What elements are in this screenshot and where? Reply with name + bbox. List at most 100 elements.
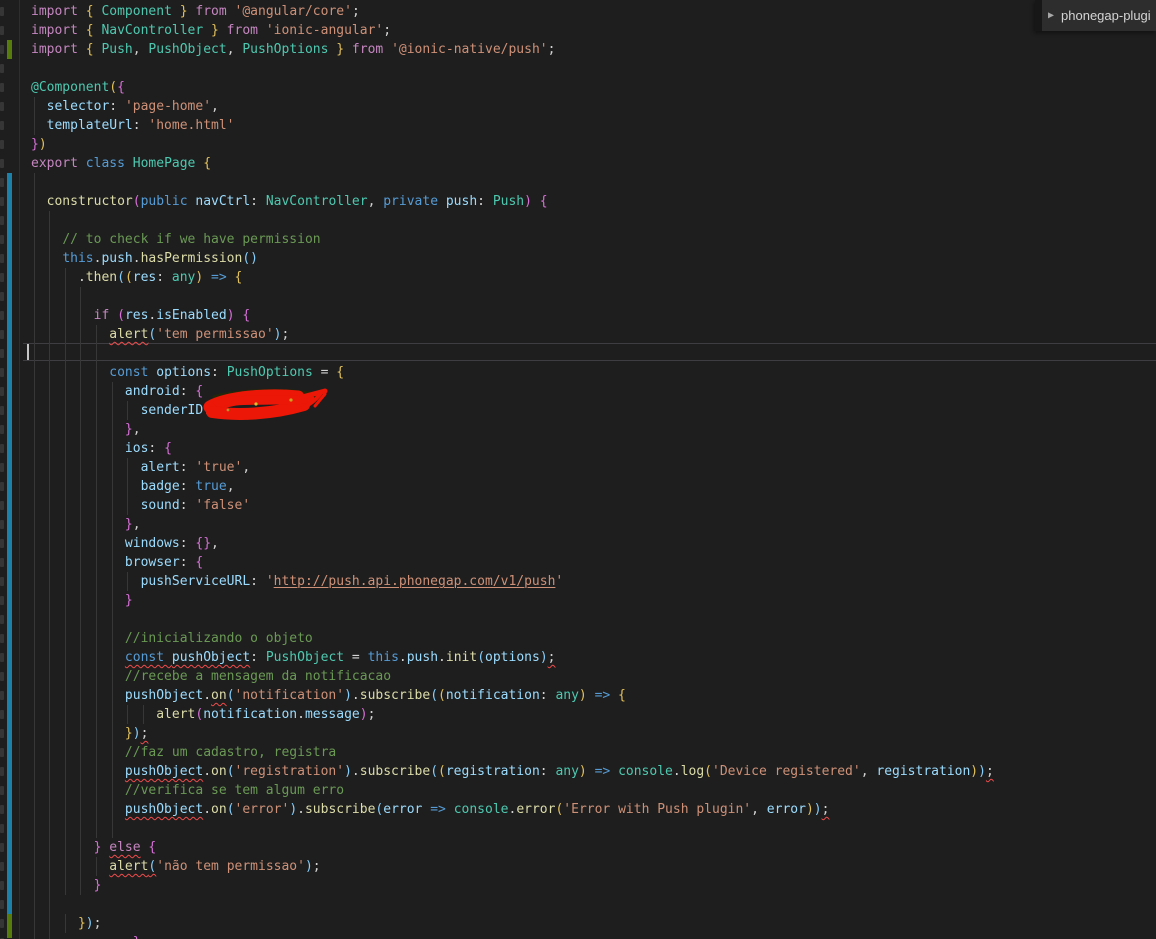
code-token: : [250, 194, 266, 209]
code-token: ) [38, 137, 47, 152]
text-cursor [27, 344, 29, 360]
line-number-remnant [0, 767, 4, 776]
code-token: res [132, 270, 157, 285]
indent-guide [111, 686, 113, 705]
code-token: push [101, 251, 133, 266]
line-number-remnant [0, 254, 4, 263]
code-token: ) [578, 688, 587, 703]
indent-guide [49, 249, 51, 268]
code-token: } [31, 137, 39, 152]
indent-guide [111, 477, 113, 496]
indent-guide [96, 477, 98, 496]
line-number-remnant [0, 140, 4, 149]
indent-guide [111, 762, 113, 781]
indent-guide [111, 629, 113, 648]
indent-guide [49, 743, 51, 762]
phonegap-plugin-widget[interactable]: ▶ phonegap-plugi [1035, 0, 1156, 31]
line-number-remnant [0, 26, 4, 35]
indent-guide [49, 838, 51, 857]
indent-guide [96, 572, 98, 591]
code-token: this [62, 251, 94, 266]
code-token: } [93, 840, 110, 855]
code-token: push [406, 650, 439, 665]
line-number-remnant [0, 425, 4, 434]
code-token: ; [383, 23, 392, 38]
code-token: } [124, 593, 133, 608]
code-token: private [383, 194, 446, 209]
indent-guide [64, 648, 66, 667]
indent-guide [96, 629, 98, 648]
code-line: alert(notification.message); [0, 705, 1156, 724]
indent-guide [33, 819, 35, 838]
line-number-remnant [0, 558, 4, 567]
code-area[interactable]: import { Component } from '@angular/core… [0, 0, 1156, 939]
line-number-remnant [0, 900, 4, 909]
code-token: ( [124, 270, 133, 285]
code-token: : [109, 99, 125, 114]
indent-guide [96, 743, 98, 762]
indent-guide [49, 496, 51, 515]
indent-guide [64, 629, 66, 648]
indent-guide [33, 116, 35, 135]
code-token: ) [578, 764, 587, 779]
code-token: error [383, 802, 423, 817]
code-token: { [85, 23, 102, 38]
indent-guide [64, 496, 66, 515]
chevron-right-icon[interactable]: ▶ [1042, 10, 1061, 21]
indent-guide [96, 325, 98, 344]
indent-guide [96, 705, 98, 724]
code-line: pushObject.on('registration').subscribe(… [0, 762, 1156, 781]
indent-guide [64, 268, 66, 287]
indent-guide [33, 781, 35, 800]
code-token: ) [132, 726, 141, 741]
indent-guide [33, 439, 35, 458]
code-line: browser: { [0, 553, 1156, 572]
code-token: senderID [140, 403, 204, 418]
code-token: , [226, 479, 235, 494]
code-token: hasPermission [140, 251, 243, 266]
indent-guide [111, 667, 113, 686]
indent-guide [80, 363, 82, 382]
code-token: : [148, 441, 165, 456]
indent-guide [127, 477, 129, 496]
indent-guide [33, 648, 35, 667]
code-editor[interactable]: import { Component } from '@angular/core… [0, 0, 1156, 939]
code-token: ( [438, 764, 446, 779]
code-token: ; [547, 650, 556, 665]
code-token: const [124, 650, 172, 665]
indent-guide [49, 629, 51, 648]
indent-guide [33, 629, 35, 648]
indent-guide [49, 591, 51, 610]
indent-guide [49, 724, 51, 743]
code-token: res [124, 308, 149, 323]
indent-guide [49, 439, 51, 458]
code-token: from [218, 23, 266, 38]
code-token: 'page-home' [124, 99, 212, 114]
indent-guide [64, 800, 66, 819]
line-number-remnant [0, 330, 4, 339]
indent-guide [49, 363, 51, 382]
indent-guide [64, 743, 66, 762]
indent-guide [64, 724, 66, 743]
code-token: : [156, 270, 172, 285]
indent-guide [64, 363, 66, 382]
code-line: const pushObject: PushObject = this.push… [0, 648, 1156, 667]
indent-guide [64, 914, 66, 933]
code-token: ; [821, 802, 830, 817]
code-token: ( [438, 688, 446, 703]
widget-label[interactable]: phonegap-plugi [1061, 8, 1151, 23]
indent-guide [33, 458, 35, 477]
line-number-remnant [0, 843, 4, 852]
redaction-scribble [203, 388, 328, 420]
indent-guide [96, 534, 98, 553]
indent-guide [96, 800, 98, 819]
indent-guide [64, 382, 66, 401]
code-token: registration [876, 764, 971, 779]
line-number-remnant [0, 501, 4, 510]
indent-guide [64, 515, 66, 534]
indent-guide [33, 230, 35, 249]
code-line: }, [0, 515, 1156, 534]
code-token: PushOptions [242, 42, 329, 57]
indent-guide [49, 857, 51, 876]
